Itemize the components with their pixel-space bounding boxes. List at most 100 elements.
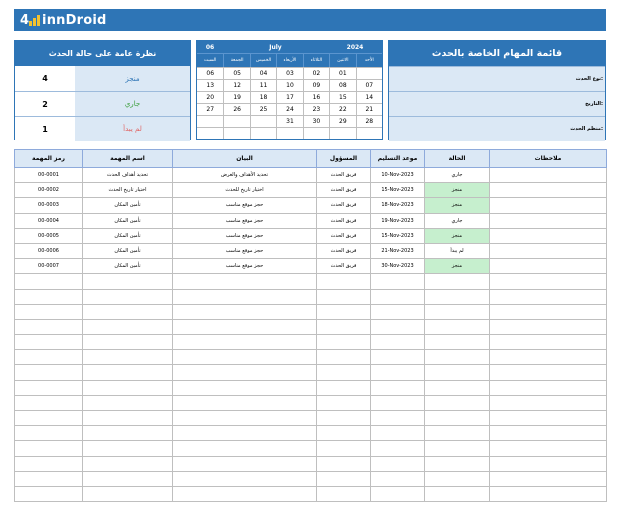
table-cell[interactable]: منجز <box>424 182 490 199</box>
table-cell[interactable] <box>316 425 371 442</box>
table-cell[interactable] <box>14 425 83 442</box>
calendar-day[interactable]: 15 <box>329 91 356 103</box>
calendar-day[interactable] <box>302 127 330 139</box>
table-cell[interactable] <box>14 288 83 305</box>
column-header[interactable]: موعد التسليم <box>370 149 425 168</box>
table-cell[interactable] <box>370 409 425 427</box>
table-cell[interactable] <box>82 379 173 396</box>
calendar-day[interactable]: 24 <box>276 103 303 115</box>
table-cell[interactable] <box>489 379 607 396</box>
table-cell[interactable] <box>14 470 83 487</box>
calendar-day[interactable]: 18 <box>249 91 277 103</box>
table-cell[interactable] <box>424 273 490 290</box>
table-cell[interactable] <box>316 303 371 320</box>
table-cell[interactable] <box>172 349 317 366</box>
table-cell[interactable] <box>82 470 173 487</box>
table-cell[interactable] <box>489 166 607 184</box>
table-row[interactable]: 00-0006 تأمين المكان حجز موقع مناسب فريق ال… <box>14 242 607 260</box>
calendar-day[interactable]: 13 <box>197 79 224 91</box>
table-cell[interactable]: 00-0004 <box>14 212 83 229</box>
table-cell[interactable]: فريق الحدث <box>316 227 371 244</box>
table-cell[interactable]: تأمين المكان <box>82 197 173 214</box>
calendar-day[interactable]: 17 <box>276 91 303 103</box>
table-cell[interactable] <box>489 409 607 427</box>
table-cell[interactable] <box>424 394 490 412</box>
column-header[interactable]: الحالة <box>424 149 490 168</box>
table-cell[interactable] <box>489 394 607 412</box>
table-cell[interactable] <box>424 318 490 336</box>
table-cell[interactable] <box>82 394 173 412</box>
table-cell[interactable] <box>316 288 371 305</box>
table-cell[interactable] <box>424 303 490 320</box>
empty-table-row[interactable] <box>14 379 607 396</box>
table-cell[interactable] <box>424 364 490 381</box>
table-cell[interactable]: 00-0003 <box>14 197 83 214</box>
table-cell[interactable]: جاري <box>424 212 490 229</box>
table-cell[interactable]: 18-Nov-2023 <box>370 197 425 214</box>
calendar-day[interactable]: 22 <box>329 103 356 115</box>
calendar-day[interactable]: 16 <box>302 91 330 103</box>
calendar-day[interactable] <box>223 115 250 127</box>
calendar-day[interactable]: 04 <box>249 67 277 79</box>
table-cell[interactable] <box>316 485 371 503</box>
table-cell[interactable] <box>172 288 317 305</box>
calendar-day[interactable]: 23 <box>302 103 330 115</box>
table-cell[interactable]: 00-0001 <box>14 166 83 184</box>
table-cell[interactable]: اختيار تاريخ للحدث <box>172 182 317 199</box>
calendar-day[interactable]: 10 <box>276 79 303 91</box>
table-cell[interactable] <box>316 334 371 351</box>
table-row[interactable]: 00-0004 تأمين المكان حجز موقع مناسب فريق ال… <box>14 212 607 229</box>
table-cell[interactable]: 15-Nov-2023 <box>370 227 425 244</box>
table-cell[interactable] <box>424 334 490 351</box>
table-cell[interactable] <box>172 485 317 503</box>
table-cell[interactable]: حجز موقع مناسب <box>172 212 317 229</box>
table-cell[interactable]: 10-Nov-2023 <box>370 166 425 184</box>
table-cell[interactable] <box>316 273 371 290</box>
column-header[interactable]: المسؤول <box>316 149 371 168</box>
table-cell[interactable] <box>370 455 425 472</box>
table-cell[interactable] <box>172 364 317 381</box>
calendar-day[interactable] <box>329 127 356 139</box>
table-cell[interactable]: 00-0006 <box>14 242 83 260</box>
table-cell[interactable] <box>14 485 83 503</box>
empty-table-row[interactable] <box>14 425 607 442</box>
column-header[interactable]: رمز المهمة <box>14 149 83 168</box>
table-cell[interactable] <box>82 455 173 472</box>
table-cell[interactable] <box>82 334 173 351</box>
table-cell[interactable] <box>489 197 607 214</box>
table-cell[interactable]: منجز <box>424 258 490 275</box>
table-cell[interactable] <box>489 470 607 487</box>
table-cell[interactable] <box>82 409 173 427</box>
table-cell[interactable]: منجز <box>424 197 490 214</box>
table-cell[interactable] <box>14 455 83 472</box>
table-cell[interactable] <box>424 379 490 396</box>
calendar-day[interactable] <box>276 127 303 139</box>
empty-table-row[interactable] <box>14 485 607 503</box>
table-cell[interactable] <box>172 470 317 487</box>
empty-table-row[interactable] <box>14 440 607 457</box>
table-cell[interactable] <box>370 394 425 412</box>
table-cell[interactable] <box>370 288 425 305</box>
table-cell[interactable]: تأمين المكان <box>82 258 173 275</box>
table-cell[interactable] <box>14 334 83 351</box>
table-cell[interactable] <box>370 349 425 366</box>
table-cell[interactable] <box>489 485 607 503</box>
table-cell[interactable] <box>82 440 173 457</box>
table-cell[interactable] <box>172 303 317 320</box>
table-cell[interactable] <box>82 288 173 305</box>
table-cell[interactable] <box>14 273 83 290</box>
table-cell[interactable]: تأمين المكان <box>82 242 173 260</box>
table-cell[interactable] <box>316 470 371 487</box>
calendar-day[interactable]: 09 <box>302 79 330 91</box>
table-cell[interactable] <box>424 349 490 366</box>
table-cell[interactable]: تحديد الأهداف والغرض <box>172 166 317 184</box>
table-cell[interactable] <box>172 394 317 412</box>
table-cell[interactable] <box>316 364 371 381</box>
empty-table-row[interactable] <box>14 273 607 290</box>
table-cell[interactable] <box>172 318 317 336</box>
table-cell[interactable]: فريق الحدث <box>316 258 371 275</box>
column-header[interactable]: البيان <box>172 149 317 168</box>
table-cell[interactable] <box>14 379 83 396</box>
table-cell[interactable]: فريق الحدث <box>316 197 371 214</box>
calendar-day[interactable] <box>249 127 277 139</box>
